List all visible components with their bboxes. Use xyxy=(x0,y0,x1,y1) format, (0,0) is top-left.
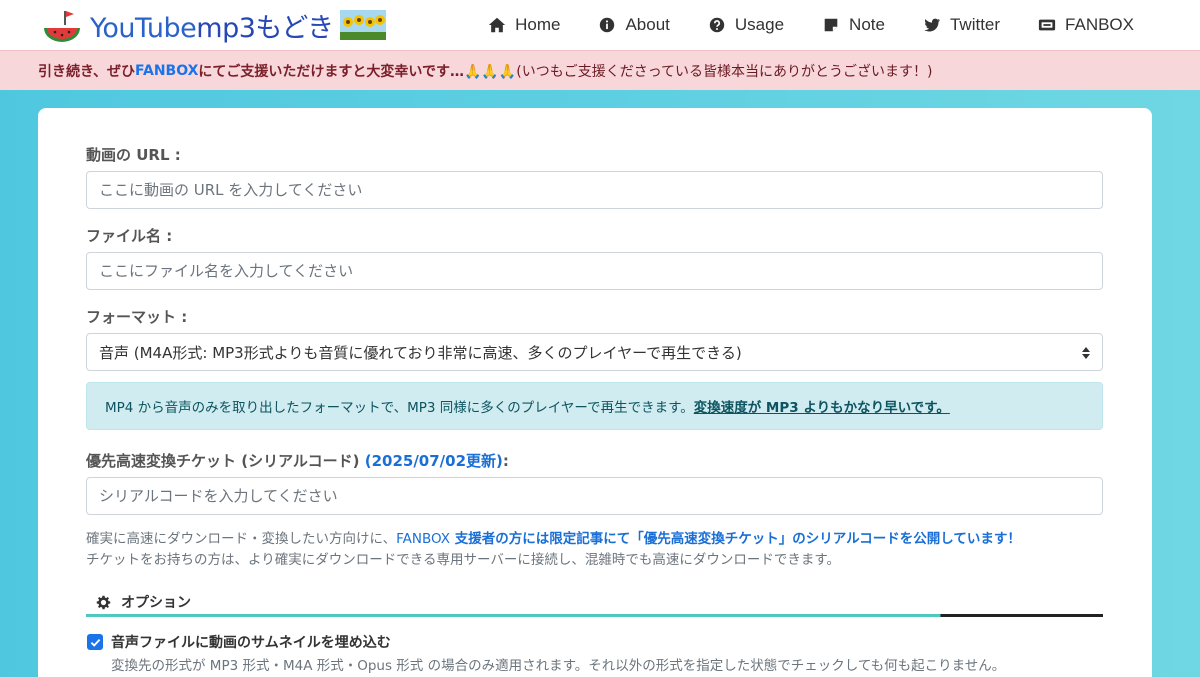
twitter-icon xyxy=(924,18,941,32)
url-label: 動画の URL : xyxy=(86,146,181,164)
ticket-colon: : xyxy=(502,452,509,470)
support-banner: 引き続き、ぜひ FANBOX にてご支援いただけますと大変幸いです…🙏🙏🙏 (い… xyxy=(0,50,1200,90)
banner-text-1: 引き続き、ぜひ xyxy=(38,63,136,80)
sunflower-icon xyxy=(339,10,386,40)
select-caret-icon xyxy=(1082,347,1090,359)
banner-text-3: (いつもご支援くださっている皆様本当にありがとうございます！) xyxy=(516,63,933,80)
ticket-date: (2025/07/02更新) xyxy=(364,452,503,470)
filename-input[interactable] xyxy=(86,252,1103,290)
nav-note-label: Note xyxy=(849,15,885,34)
nav-usage-label: Usage xyxy=(734,15,785,34)
thumbnail-note: 変換先の形式が MP3 形式・M4A 形式・Opus 形式 の場合のみ適用されま… xyxy=(111,658,1006,674)
banner-text-2: にてご支援いただけますと大変幸いです…🙏🙏🙏 xyxy=(198,63,517,80)
banner-fanbox-link[interactable]: FANBOX xyxy=(135,63,198,79)
fanbox-icon xyxy=(1038,19,1056,31)
options-title: オプション xyxy=(121,595,191,611)
nav-about[interactable]: About xyxy=(598,15,670,35)
ticket-label: 優先高速変換チケット (シリアルコード) (2025/07/02更新): xyxy=(86,450,509,471)
nav-fanbox[interactable]: FANBOX xyxy=(1038,15,1134,35)
thumbnail-checkbox-label[interactable]: 音声ファイルに動画のサムネイルを埋め込む xyxy=(111,632,391,652)
serial-code-input[interactable] xyxy=(86,477,1103,515)
format-info-text: MP4 から音声のみを取り出したフォーマットで、MP3 同様に多くのプレイヤーで… xyxy=(105,400,694,416)
gear-icon xyxy=(96,595,111,609)
brand-logo[interactable]: YouTubemp3もどき xyxy=(40,4,386,46)
nav-twitter[interactable]: Twitter xyxy=(923,15,1000,35)
question-icon xyxy=(709,17,725,33)
brand-youtube: YouTube xyxy=(90,12,197,44)
format-label: フォーマット : xyxy=(86,308,188,326)
main-nav: Home About Usage Note Twitter FANBOX xyxy=(450,0,1134,50)
nav-twitter-label: Twitter xyxy=(949,15,1001,34)
format-select[interactable]: 音声 (M4A形式: MP3形式よりも音質に優れており非常に高速、多くのプレイヤ… xyxy=(86,333,1103,371)
ticket-help-text: 確実に高速にダウンロード・変換したい方向けに、FANBOX 支援者の方には限定記… xyxy=(86,529,1021,571)
thumbnail-checkbox[interactable] xyxy=(87,634,103,650)
brand-title: YouTubemp3もどき xyxy=(90,6,334,45)
info-icon xyxy=(600,17,615,33)
nav-note[interactable]: Note xyxy=(822,15,885,35)
help-fanbox-link[interactable]: FANBOX xyxy=(396,531,450,547)
check-icon xyxy=(90,638,100,647)
navbar: YouTubemp3もどき Home About Usage Note Twit… xyxy=(0,0,1200,50)
filename-label: ファイル名 : xyxy=(86,227,173,245)
url-input[interactable] xyxy=(86,171,1103,209)
format-selected-value: 音声 (M4A形式: MP3形式よりも音質に優れており非常に高速、多くのプレイヤ… xyxy=(99,343,742,362)
watermelon-logo-icon xyxy=(44,11,80,42)
format-info-box: MP4 から音声のみを取り出したフォーマットで、MP3 同様に多くのプレイヤーで… xyxy=(86,382,1103,430)
help-line-1-b: 支援者の方には限定記事にて「優先高速変換チケット」のシリアルコードを公開していま… xyxy=(450,531,1021,547)
nav-about-label: About xyxy=(625,15,670,34)
note-icon xyxy=(824,18,838,32)
help-line-1: 確実に高速にダウンロード・変換したい方向けに、FANBOX 支援者の方には限定記… xyxy=(86,529,1021,550)
format-info-link[interactable]: 変換速度が MP3 よりもかなり早いです。 xyxy=(694,396,950,416)
nav-home[interactable]: Home xyxy=(488,15,560,35)
nav-usage[interactable]: Usage xyxy=(708,15,784,35)
nav-home-label: Home xyxy=(515,15,561,34)
help-line-1-a: 確実に高速にダウンロード・変換したい方向けに、 xyxy=(86,531,397,547)
brand-mp3: mp3もどき xyxy=(196,12,334,44)
nav-fanbox-label: FANBOX xyxy=(1065,15,1134,34)
help-line-2: チケットをお持ちの方は、より確実にダウンロードできる専用サーバーに接続し、混雑時… xyxy=(86,552,840,568)
home-icon xyxy=(489,17,506,33)
ticket-label-text: 優先高速変換チケット (シリアルコード) xyxy=(86,452,365,470)
converter-form-card: 動画の URL : ファイル名 : フォーマット : 音声 (M4A形式: MP… xyxy=(38,108,1152,677)
options-divider xyxy=(86,614,1103,617)
